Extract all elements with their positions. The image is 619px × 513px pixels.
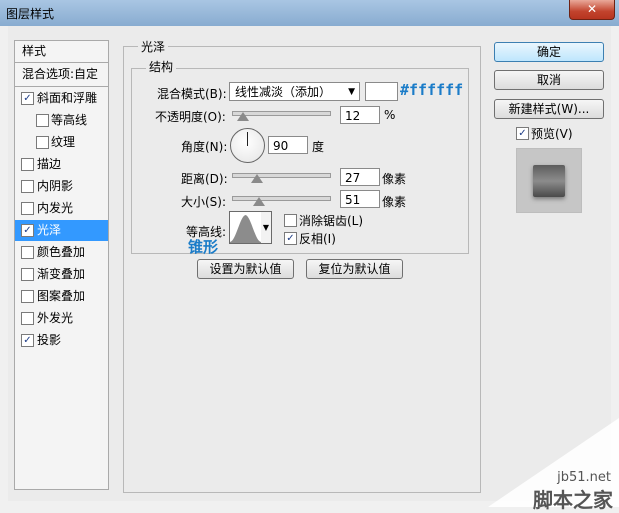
contour-preview[interactable] <box>229 211 262 244</box>
size-input[interactable]: 51 <box>340 190 380 208</box>
contour-annotation: 锥形 <box>188 238 219 256</box>
sidebar-blend-options[interactable]: 混合选项:自定 <box>15 64 108 85</box>
cancel-button[interactable]: 取消 <box>494 70 604 90</box>
sidebar-item[interactable]: ✓ 投影 <box>15 330 108 351</box>
sidebar-item-label: 颜色叠加 <box>37 245 86 259</box>
satin-group-title: 光泽 <box>138 38 169 55</box>
angle-dial[interactable] <box>230 128 265 163</box>
angle-unit: 度 <box>312 140 325 154</box>
sidebar-item-label: 等高线 <box>51 113 88 127</box>
antialias-checkbox[interactable] <box>284 214 297 227</box>
sidebar-item-label: 描边 <box>37 157 62 171</box>
style-preview <box>516 148 582 213</box>
angle-input[interactable]: 90 <box>268 136 308 154</box>
sidebar-item[interactable]: 描边 <box>15 154 108 175</box>
sidebar-item-checkbox[interactable] <box>36 114 49 127</box>
set-default-button[interactable]: 设置为默认值 <box>197 259 294 279</box>
sidebar-item-checkbox[interactable] <box>21 312 34 325</box>
sidebar-item-label: 外发光 <box>37 311 74 325</box>
contour-dropdown[interactable]: ▼ <box>261 211 272 244</box>
contour-curve-icon <box>230 215 261 243</box>
preview-checkbox[interactable]: ✓ <box>516 127 529 140</box>
opacity-label: 不透明度(O): <box>155 110 226 124</box>
opacity-slider-thumb[interactable] <box>237 112 249 121</box>
new-style-button[interactable]: 新建样式(W)... <box>494 99 604 119</box>
sidebar-item-checkbox[interactable] <box>21 290 34 303</box>
antialias-label: 消除锯齿(L) <box>299 214 364 228</box>
sidebar-item-checkbox[interactable] <box>21 202 34 215</box>
ok-button[interactable]: 确定 <box>494 42 604 62</box>
sidebar-divider <box>15 86 108 87</box>
distance-label: 距离(D): <box>181 172 228 186</box>
opacity-unit: % <box>384 108 396 122</box>
sidebar-item[interactable]: 外发光 <box>15 308 108 329</box>
sidebar-item[interactable]: 图案叠加 <box>15 286 108 307</box>
sidebar-item-label: 内阴影 <box>37 179 74 193</box>
opacity-input[interactable]: 12 <box>340 106 380 124</box>
blend-mode-select[interactable]: 线性减淡（添加） ▼ <box>229 82 360 101</box>
sidebar-item-checkbox[interactable] <box>21 158 34 171</box>
blend-options-label: 混合选项:自定 <box>22 67 99 81</box>
sidebar-item-label: 投影 <box>37 333 62 347</box>
sidebar-item-checkbox[interactable] <box>21 246 34 259</box>
sidebar-item-checkbox[interactable] <box>21 268 34 281</box>
watermark-url: jb51.net <box>557 470 611 485</box>
structure-group-title: 结构 <box>146 58 177 75</box>
size-label: 大小(S): <box>181 195 227 209</box>
size-unit: 像素 <box>382 195 407 209</box>
sidebar-item[interactable]: 内发光 <box>15 198 108 219</box>
blend-color-annotation: #ffffff <box>400 81 464 99</box>
sidebar-item[interactable]: 等高线 <box>15 110 108 131</box>
window-title: 图层样式 <box>6 7 55 21</box>
sidebar-header-label: 样式 <box>22 44 47 58</box>
sidebar-item[interactable]: 渐变叠加 <box>15 264 108 285</box>
sidebar-item-label: 图案叠加 <box>37 289 86 303</box>
sidebar-item-checkbox[interactable]: ✓ <box>21 92 34 105</box>
close-button[interactable]: ✕ <box>569 0 615 20</box>
blend-color-swatch[interactable] <box>365 82 398 101</box>
title-bar: 图层样式 ✕ <box>0 0 619 26</box>
size-slider[interactable] <box>232 196 331 201</box>
sidebar-item[interactable]: 内阴影 <box>15 176 108 197</box>
sidebar-divider <box>15 62 108 63</box>
chevron-down-icon: ▼ <box>348 87 355 97</box>
blend-mode-value: 线性减淡（添加） <box>235 85 332 99</box>
sidebar-item-checkbox[interactable] <box>21 180 34 193</box>
blend-mode-label: 混合模式(B): <box>157 87 227 101</box>
sidebar-item[interactable]: ✓ 光泽 <box>15 220 108 241</box>
sidebar-item-label: 纹理 <box>51 135 76 149</box>
angle-dial-needle <box>247 132 248 146</box>
sidebar-item-label: 内发光 <box>37 201 74 215</box>
sidebar-item-checkbox[interactable] <box>36 136 49 149</box>
invert-checkbox[interactable]: ✓ <box>284 232 297 245</box>
invert-label: 反相(I) <box>299 232 336 246</box>
sidebar-item[interactable]: 颜色叠加 <box>15 242 108 263</box>
distance-input[interactable]: 27 <box>340 168 380 186</box>
size-slider-thumb[interactable] <box>253 197 265 206</box>
distance-slider-thumb[interactable] <box>251 174 263 183</box>
sidebar-item-checkbox[interactable]: ✓ <box>21 334 34 347</box>
reset-default-button[interactable]: 复位为默认值 <box>306 259 403 279</box>
style-preview-thumbnail <box>533 165 565 197</box>
distance-slider[interactable] <box>232 173 331 178</box>
preview-label: 预览(V) <box>531 127 573 141</box>
styles-sidebar: 样式 混合选项:自定 ✓ 斜面和浮雕 等高线 纹理 描边 内阴影 内发光 ✓ 光泽 颜色叠加 渐变叠… <box>14 40 109 490</box>
sidebar-item-label: 斜面和浮雕 <box>37 91 98 105</box>
angle-label: 角度(N): <box>181 140 228 154</box>
sidebar-item-checkbox[interactable]: ✓ <box>21 224 34 237</box>
sidebar-item[interactable]: ✓ 斜面和浮雕 <box>15 88 108 109</box>
watermark-logo: 脚本之家 <box>533 488 613 512</box>
sidebar-item[interactable]: 纹理 <box>15 132 108 153</box>
sidebar-item-label: 渐变叠加 <box>37 267 86 281</box>
sidebar-item-label: 光泽 <box>37 223 62 237</box>
distance-unit: 像素 <box>382 172 407 186</box>
sidebar-header[interactable]: 样式 <box>15 41 108 62</box>
